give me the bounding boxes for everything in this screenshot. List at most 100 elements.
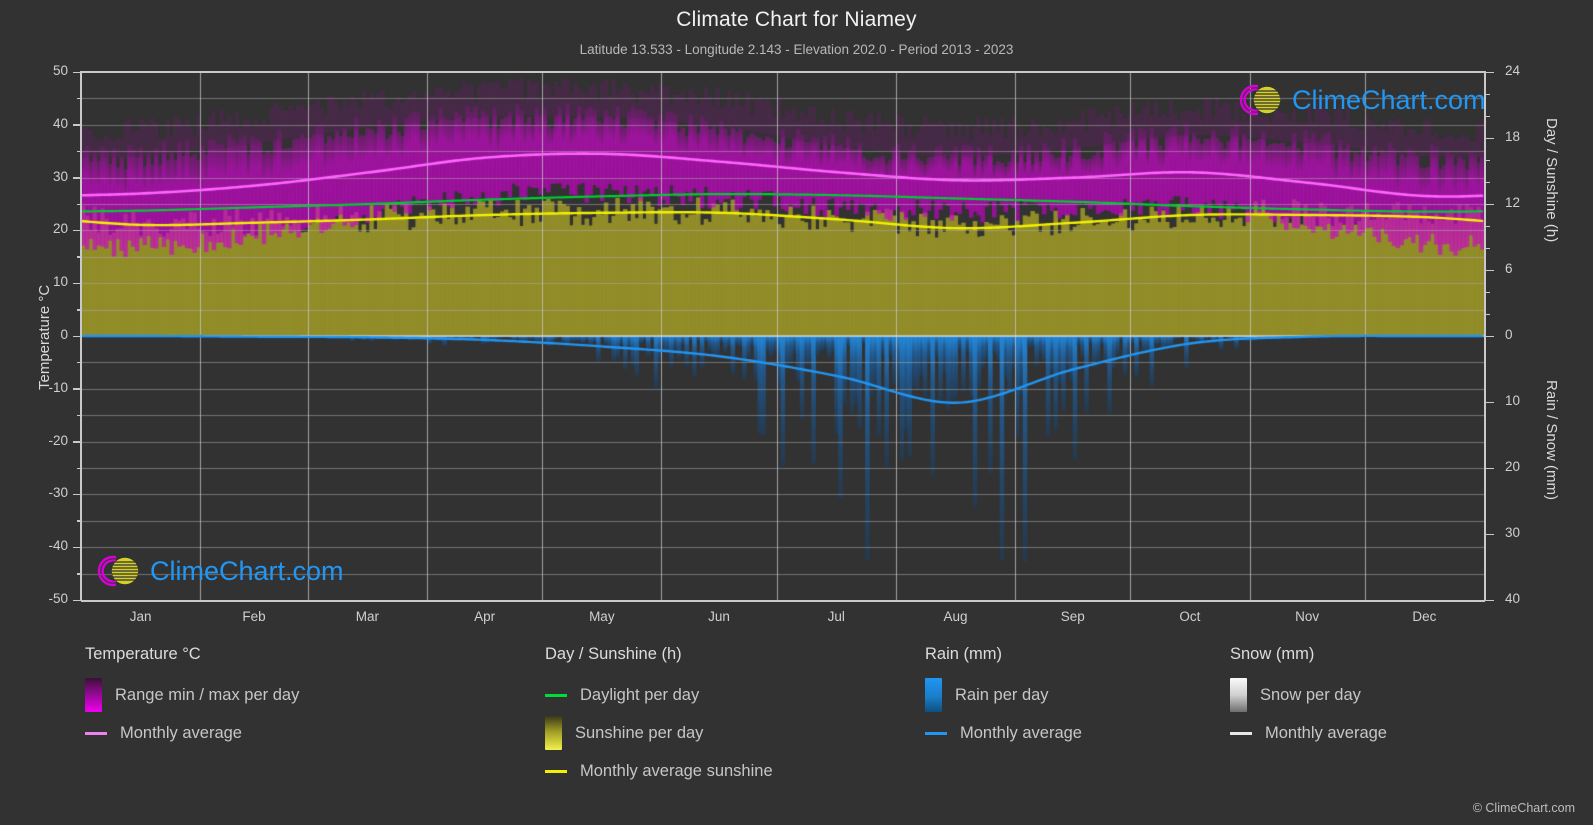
- snow-average-swatch: [1230, 731, 1252, 735]
- day-tick-minor: [1485, 247, 1490, 249]
- temp-tick--40: -40: [48, 538, 68, 554]
- legend-heading-temperature: Temperature °C: [85, 645, 201, 663]
- plot-frame-left: [80, 71, 82, 601]
- temp-tick--20: -20: [48, 432, 68, 448]
- plot-canvas: [81, 72, 1484, 600]
- copyright-text: © ClimeChart.com: [1472, 801, 1575, 815]
- month-label-dec: Dec: [1412, 609, 1437, 624]
- month-label-apr: Apr: [474, 609, 496, 624]
- day-tick-minor: [1485, 291, 1490, 293]
- legend-column-snow: Snow (mm) Snow per day Monthly average: [1230, 645, 1387, 752]
- day-tick-minor: [1485, 159, 1490, 161]
- month-label-jul: Jul: [827, 609, 845, 624]
- legend-label: Sunshine per day: [575, 723, 704, 742]
- plot-frame-bottom: [81, 600, 1485, 602]
- legend-label: Rain per day: [955, 685, 1049, 704]
- temp-tick-40: 40: [52, 115, 68, 131]
- legend-heading-sunshine: Day / Sunshine (h): [545, 645, 682, 663]
- month-label-oct: Oct: [1179, 609, 1201, 624]
- legend-column-temperature: Temperature °C Range min / max per day M…: [85, 645, 299, 752]
- temp-tick-30: 30: [52, 168, 68, 184]
- temp-tick-20: 20: [52, 221, 68, 237]
- legend-label: Monthly average: [1265, 723, 1387, 742]
- sunshine-average-swatch: [545, 769, 567, 773]
- temp-tick--30: -30: [48, 485, 68, 501]
- temp-range-swatch: [85, 678, 102, 712]
- legend-item-sunshine-average[interactable]: Monthly average sunshine: [545, 752, 773, 790]
- legend-item-sunshine[interactable]: Sunshine per day: [545, 714, 773, 752]
- temp-average-swatch: [85, 731, 107, 735]
- legend-item-rain-per-day[interactable]: Rain per day: [925, 676, 1082, 714]
- day-tick-0: 0: [1505, 327, 1513, 342]
- rain-average-swatch: [925, 731, 947, 735]
- climechart-logo-icon: [97, 554, 139, 588]
- legend-heading-rain: Rain (mm): [925, 645, 1002, 663]
- watermark-logo-bottom: ClimeChart.com: [94, 551, 344, 591]
- day-tick-minor: [1485, 225, 1490, 227]
- legend-label: Monthly average: [120, 723, 242, 742]
- day-tick-minor: [1485, 313, 1490, 315]
- watermark-logo-top: ClimeChart.com: [1236, 80, 1486, 120]
- legend-column-sunshine: Day / Sunshine (h) Daylight per day Suns…: [545, 645, 773, 790]
- legend-label: Range min / max per day: [115, 685, 300, 704]
- day-tick-mark: [1485, 335, 1494, 337]
- legend-item-snow-average[interactable]: Monthly average: [1230, 714, 1387, 752]
- day-tick-minor: [1485, 181, 1490, 183]
- day-tick-18: 18: [1505, 129, 1521, 144]
- month-label-nov: Nov: [1295, 609, 1320, 624]
- rain-tick-mark: [1485, 599, 1494, 601]
- legend-item-temp-range[interactable]: Range min / max per day: [85, 676, 299, 714]
- temp-tick-50: 50: [52, 63, 68, 78]
- day-tick-mark: [1485, 203, 1494, 205]
- snow-swatch: [1230, 678, 1247, 712]
- day-tick-12: 12: [1505, 195, 1521, 210]
- day-tick-mark: [1485, 71, 1494, 73]
- month-label-sep: Sep: [1060, 609, 1085, 624]
- legend-item-daylight[interactable]: Daylight per day: [545, 676, 773, 714]
- legend-label: Snow per day: [1260, 685, 1361, 704]
- day-tick-minor: [1485, 93, 1490, 95]
- right-axis-rain-title: Rain / Snow (mm): [1543, 380, 1560, 501]
- temp-tick-0: 0: [60, 327, 68, 342]
- rain-swatch: [925, 678, 942, 712]
- day-tick-mark: [1485, 137, 1494, 139]
- watermark-text: ClimeChart.com: [150, 555, 344, 586]
- month-label-feb: Feb: [242, 609, 266, 624]
- day-tick-24: 24: [1505, 63, 1521, 78]
- legend-item-temp-average[interactable]: Monthly average: [85, 714, 299, 752]
- climechart-logo-icon: [1239, 83, 1281, 117]
- legend-column-rain: Rain (mm) Rain per day Monthly average: [925, 645, 1082, 752]
- month-label-may: May: [589, 609, 615, 624]
- legend-item-snow-per-day[interactable]: Snow per day: [1230, 676, 1387, 714]
- page-title: Climate Chart for Niamey: [676, 8, 917, 31]
- legend-label: Daylight per day: [580, 685, 700, 704]
- legend-label: Monthly average sunshine: [580, 761, 773, 780]
- right-axis-day-title: Day / Sunshine (h): [1543, 118, 1560, 243]
- daylight-swatch: [545, 693, 567, 697]
- temp-tick--10: -10: [48, 379, 68, 395]
- legend-item-rain-average[interactable]: Monthly average: [925, 714, 1082, 752]
- watermark-text: ClimeChart.com: [1292, 84, 1486, 115]
- plot-area: [81, 72, 1484, 600]
- legend-label: Monthly average: [960, 723, 1082, 742]
- plot-frame-top: [81, 71, 1485, 73]
- day-tick-minor: [1485, 115, 1490, 117]
- climate-chart: Climate Chart for Niamey Latitude 13.533…: [0, 0, 1593, 825]
- rain-tick-mark: [1485, 533, 1494, 535]
- rain-tick-10: 10: [1505, 393, 1521, 408]
- month-label-mar: Mar: [355, 609, 379, 624]
- temp-tick--50: -50: [48, 591, 68, 606]
- chart-legend: Temperature °C Range min / max per day M…: [0, 645, 1593, 825]
- rain-tick-30: 30: [1505, 525, 1521, 540]
- day-tick-mark: [1485, 269, 1494, 271]
- rain-tick-mark: [1485, 467, 1494, 469]
- legend-heading-snow: Snow (mm): [1230, 645, 1315, 663]
- sunshine-swatch: [545, 716, 562, 750]
- month-label-aug: Aug: [943, 609, 968, 624]
- rain-tick-40: 40: [1505, 591, 1521, 606]
- temp-tick-10: 10: [52, 274, 68, 290]
- rain-tick-20: 20: [1505, 459, 1521, 474]
- day-tick-6: 6: [1505, 261, 1513, 276]
- rain-tick-mark: [1485, 401, 1494, 403]
- plot-frame-right: [1484, 71, 1486, 601]
